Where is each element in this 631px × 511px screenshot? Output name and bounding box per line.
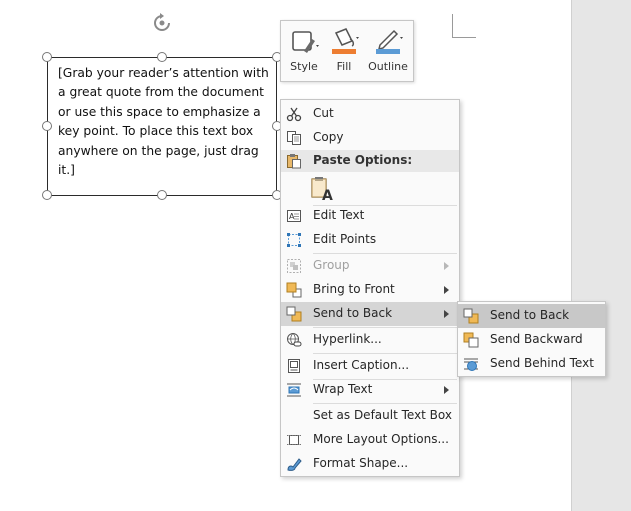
edit-text-icon: A [286,208,302,224]
right-gutter [571,0,631,511]
copy-icon [286,130,302,146]
fill-button[interactable]: Fill [325,25,363,79]
menu-item-wrap-text[interactable]: Wrap Text [281,378,459,402]
resize-handle-bottom[interactable] [157,190,167,200]
menu-item-insert-caption[interactable]: Insert Caption... [281,354,459,378]
menu-item-format-shape[interactable]: Format Shape... [281,452,459,476]
pull-quote-text-box[interactable]: [Grab your reader’s attention with a gre… [47,57,277,196]
bring-to-front-icon [286,282,302,298]
scissors-icon [286,106,302,122]
clipboard-icon [286,153,302,169]
menu-item-edit-points[interactable]: Edit Points [281,228,459,252]
layout-options-icon [286,432,302,448]
menu-item-bring-to-front[interactable]: Bring to Front [281,278,459,302]
paste-options-header: Paste Options: [281,150,459,172]
send-behind-text-icon [463,356,479,372]
hyperlink-globe-icon [286,332,302,348]
mini-toolbar: Style Fill Outline [280,20,414,82]
insert-caption-icon [286,358,302,374]
menu-item-edit-text[interactable]: A Edit Text [281,204,459,228]
resize-handle-left[interactable] [42,121,52,131]
svg-text:A: A [322,188,333,202]
paste-keep-text-only-button[interactable]: A [310,176,334,204]
menu-item-cut[interactable]: Cut [281,102,459,126]
style-button[interactable]: Style [285,25,323,79]
paint-bucket-icon [328,27,360,57]
format-shape-brush-icon [286,456,302,472]
menu-item-hyperlink[interactable]: Hyperlink... [281,328,459,352]
menu-item-more-layout-options[interactable]: More Layout Options... [281,428,459,452]
menu-item-copy[interactable]: Copy [281,126,459,150]
outline-button[interactable]: Outline [365,25,411,79]
page-margin-corner-mark [452,14,476,38]
wrap-text-icon [286,382,302,398]
menu-item-send-to-back[interactable]: Send to Back [281,302,459,326]
submenu-arrow-icon [444,262,449,270]
submenu-item-send-to-back[interactable]: Send to Back [458,304,605,328]
rotate-handle-icon[interactable] [151,12,173,34]
resize-handle-top-left[interactable] [42,52,52,62]
group-icon [286,258,302,274]
menu-item-set-as-default-text-box[interactable]: Set as Default Text Box [281,404,459,428]
submenu-arrow-icon [444,386,449,394]
send-backward-icon [463,332,479,348]
submenu-arrow-icon [444,286,449,294]
submenu-item-send-backward[interactable]: Send Backward [458,328,605,352]
menu-item-group: Group [281,254,459,278]
pen-outline-icon [372,27,404,57]
shape-style-icon [288,27,320,57]
submenu-arrow-icon [444,310,449,318]
submenu-item-send-behind-text[interactable]: Send Behind Text [458,352,605,376]
send-to-back-submenu: Send to Back Send Backward Send Behind T… [457,301,606,377]
context-menu: Cut Copy Paste Options: A A Edit Text Ed… [280,99,460,477]
text-box-content[interactable]: [Grab your reader’s attention with a gre… [58,64,270,180]
send-to-back-icon [463,308,479,324]
resize-handle-top[interactable] [157,52,167,62]
resize-handle-bottom-left[interactable] [42,190,52,200]
edit-points-icon [286,232,302,248]
send-to-back-icon [286,306,302,322]
